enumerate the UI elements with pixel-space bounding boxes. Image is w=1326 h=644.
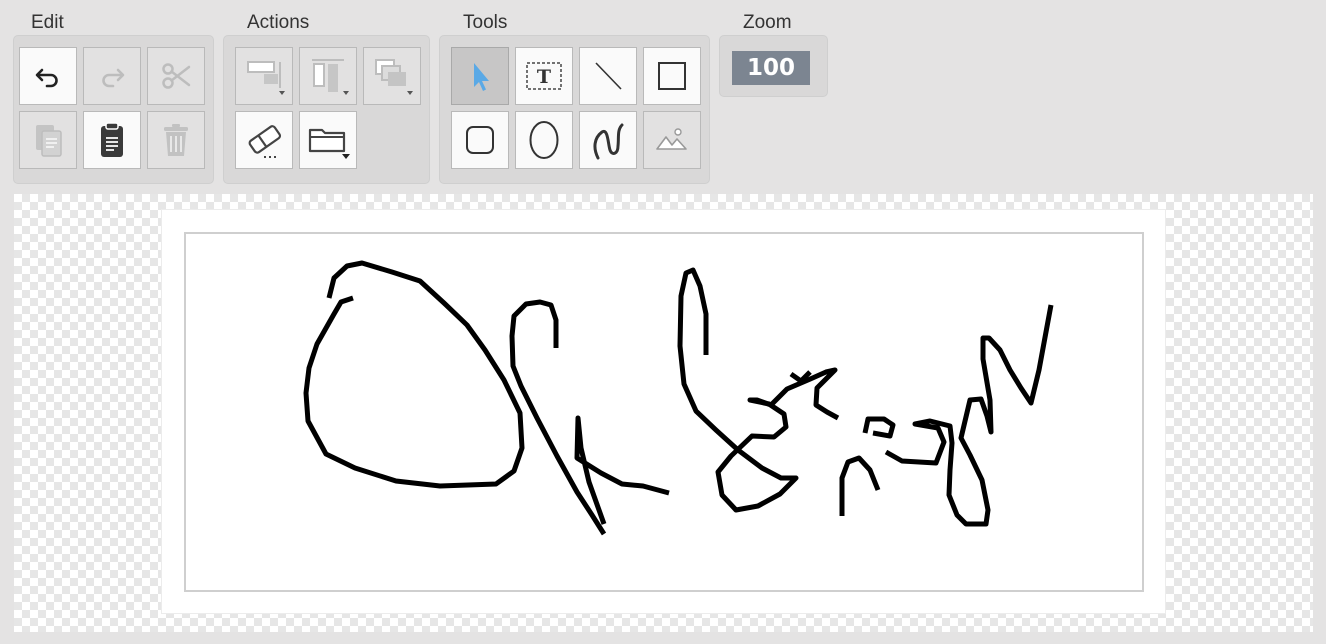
signature-stroke xyxy=(677,267,840,513)
signature-stroke xyxy=(884,304,1054,527)
signature-stroke xyxy=(862,416,896,439)
signature-stroke xyxy=(574,415,670,525)
signature-stroke xyxy=(839,455,881,516)
signature-stroke xyxy=(509,299,607,536)
signature-stroke xyxy=(303,260,525,489)
signature-drawing[interactable] xyxy=(0,0,1326,644)
